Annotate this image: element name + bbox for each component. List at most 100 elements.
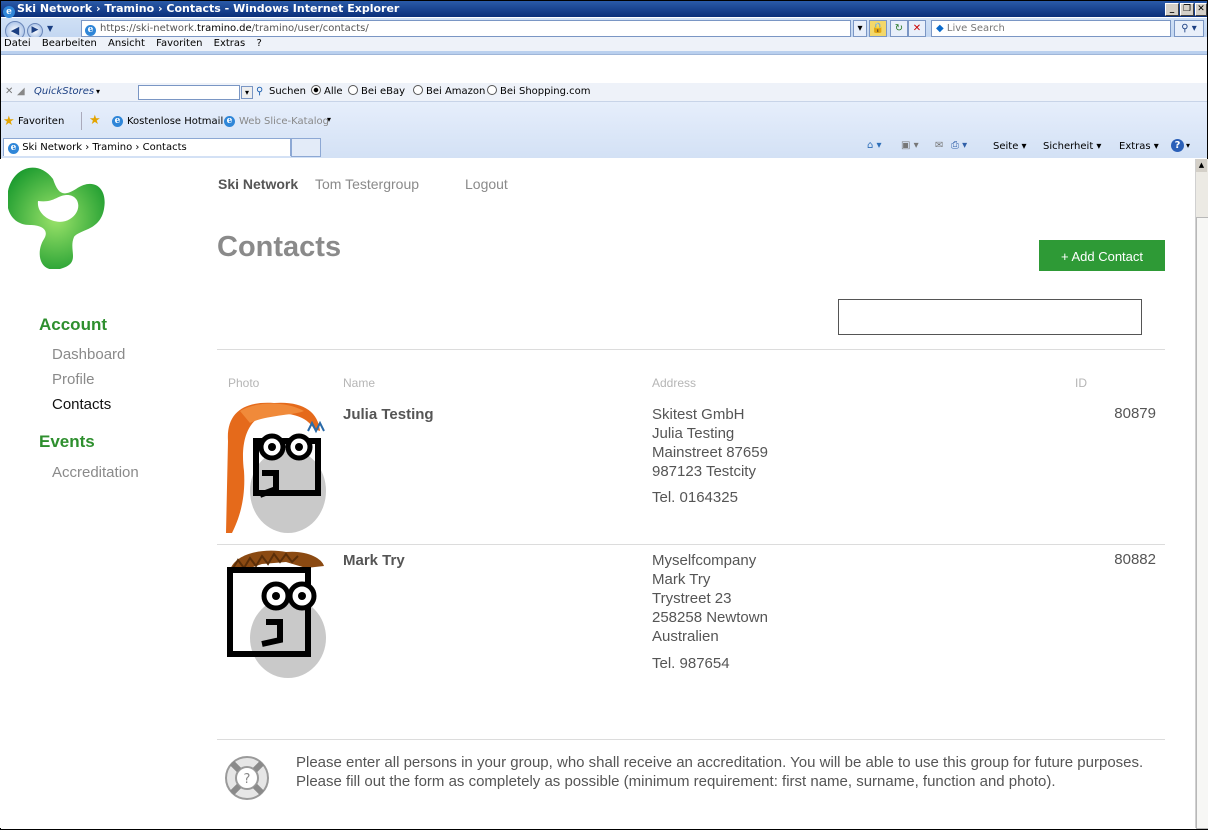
window-title: Ski Network › Tramino › Contacts - Windo… <box>17 2 400 15</box>
contact-tel: Tel. 0164325 <box>652 489 738 506</box>
sidebar-heading-account: Account <box>39 315 107 334</box>
favorites-star-icon: ★ <box>3 114 15 129</box>
sidebar-heading-events: Events <box>39 432 95 451</box>
radio-shopping[interactable]: Bei Shopping.com <box>487 83 590 101</box>
address-dropdown-button[interactable]: ▾ <box>853 20 867 37</box>
web-page: Ski Network Tom Testergroup Logout Accou… <box>0 159 1195 828</box>
quickstores-toolbar: ✕ ◢ QuickStores ▾ ▾ ⚲ Suchen Alle Bei eB… <box>1 83 1207 102</box>
menu-favoriten[interactable]: Favoriten <box>156 38 202 49</box>
print-icon[interactable]: ⎙ ▾ <box>951 140 967 151</box>
contact-name[interactable]: Mark Try <box>343 552 405 569</box>
suchen-button[interactable]: Suchen <box>269 83 306 101</box>
info-text: Please enter all persons in your group, … <box>296 753 1176 791</box>
live-search-input[interactable]: ◆ Live Search <box>931 20 1171 37</box>
sidebar-item-contacts[interactable]: Contacts <box>52 396 111 413</box>
page-title: Contacts <box>217 231 342 263</box>
menu-extras[interactable]: Extras <box>214 38 246 49</box>
tab-contacts[interactable]: e Ski Network › Tramino › Contacts <box>3 138 291 156</box>
url-text: https://ski-network.tramino.de/tramino/u… <box>100 23 369 34</box>
contact-search-input[interactable] <box>838 299 1142 335</box>
close-button[interactable]: ✕ <box>1195 3 1207 16</box>
tab-strip: e Ski Network › Tramino › Contacts ⌂ ▾ ▣… <box>1 138 1207 157</box>
quickstores-input-dropdown[interactable]: ▾ <box>241 86 253 99</box>
contact-photo[interactable] <box>226 548 326 680</box>
seite-menu[interactable]: Seite ▾ <box>993 141 1027 152</box>
column-header-address: Address <box>652 376 697 390</box>
refresh-icon[interactable]: ↻ <box>890 20 908 37</box>
favorite-hotmail[interactable]: Kostenlose Hotmail <box>127 116 223 127</box>
webslice-ie-icon: e <box>224 115 235 127</box>
radio-alle[interactable]: Alle <box>311 83 343 101</box>
stop-icon[interactable]: ✕ <box>908 20 926 37</box>
add-favorite-icon[interactable]: ★ <box>89 113 101 128</box>
vertical-scrollbar[interactable]: ▲ <box>1195 159 1208 829</box>
tab-title: Ski Network › Tramino › Contacts <box>22 142 187 153</box>
column-header-photo: Photo <box>228 376 260 390</box>
contact-id: 80882 <box>1114 551 1156 568</box>
extras-menu[interactable]: Extras ▾ <box>1119 141 1159 152</box>
contact-tel: Tel. 987654 <box>652 655 730 672</box>
favorites-button[interactable]: Favoriten <box>18 116 64 127</box>
menu-bearbeiten[interactable]: Bearbeiten <box>42 38 97 49</box>
contact-address: Myselfcompany Mark Try Trystreet 23 2582… <box>652 552 768 645</box>
contact-name[interactable]: Julia Testing <box>343 406 434 423</box>
favorite-webslice[interactable]: Web Slice-Katalog <box>239 116 329 127</box>
sidebar-item-profile[interactable]: Profile <box>52 371 95 388</box>
quickstores-search-input[interactable] <box>138 85 240 100</box>
menu-datei[interactable]: Datei <box>4 38 31 49</box>
help-lifebuoy-icon: ? <box>225 756 269 800</box>
ie-icon: e <box>3 3 15 19</box>
quickstores-dropdown-icon[interactable]: ▾ <box>96 83 100 101</box>
tab-ie-icon: e <box>8 142 19 154</box>
site-logo[interactable] <box>8 159 108 269</box>
minimize-button[interactable]: _ <box>1165 3 1179 16</box>
close-toolbar-icon[interactable]: ✕ <box>5 83 13 101</box>
divider <box>217 349 1165 350</box>
menu-ansicht[interactable]: Ansicht <box>108 38 145 49</box>
contact-photo[interactable] <box>226 401 326 533</box>
nav-logout[interactable]: Logout <box>465 176 508 192</box>
scroll-up-arrow[interactable]: ▲ <box>1196 159 1207 172</box>
contact-address: Skitest GmbH Julia Testing Mainstreet 87… <box>652 406 768 480</box>
column-header-name: Name <box>343 376 376 390</box>
maximize-button[interactable]: ❐ <box>1180 3 1194 16</box>
radio-amazon[interactable]: Bei Amazon <box>413 83 485 101</box>
row-divider <box>217 544 1165 545</box>
scroll-thumb[interactable] <box>1196 217 1208 829</box>
lock-icon[interactable]: 🔒 <box>869 20 887 37</box>
help-dropdown-icon[interactable]: ▾ <box>1186 141 1190 150</box>
title-bar: e Ski Network › Tramino › Contacts - Win… <box>1 1 1207 19</box>
info-line-2: Please fill out the form as completely a… <box>296 773 1056 790</box>
sidebar-item-dashboard[interactable]: Dashboard <box>52 346 125 363</box>
search-icon[interactable]: ⚲ <box>256 83 263 101</box>
hotmail-ie-icon: e <box>112 115 123 127</box>
history-dropdown-icon[interactable]: ▼ <box>47 24 53 33</box>
sicherheit-menu[interactable]: Sicherheit ▾ <box>1043 141 1101 152</box>
live-search-logo-icon: ◆ <box>936 23 944 34</box>
nav-ski-network[interactable]: Ski Network <box>218 176 298 192</box>
svg-text:?: ? <box>244 772 251 787</box>
sidebar-item-accreditation[interactable]: Accreditation <box>52 464 139 481</box>
quickstores-logo-icon: ◢ <box>17 86 25 97</box>
feeds-icon[interactable]: ▣ ▾ <box>901 140 919 151</box>
mail-icon[interactable]: ✉ <box>935 140 943 151</box>
divider <box>217 739 1165 740</box>
address-field[interactable]: e https://ski-network.tramino.de/tramino… <box>81 20 851 37</box>
column-header-id: ID <box>1075 376 1087 390</box>
menu-help[interactable]: ? <box>256 38 261 49</box>
search-go-icon[interactable]: ⚲ ▾ <box>1174 20 1204 37</box>
info-line-1: Please enter all persons in your group, … <box>296 754 1144 771</box>
help-icon[interactable]: ? <box>1171 139 1184 152</box>
page-icon: e <box>85 22 96 37</box>
radio-ebay[interactable]: Bei eBay <box>348 83 405 101</box>
home-icon[interactable]: ⌂ ▾ <box>867 140 882 151</box>
new-tab-button[interactable] <box>291 138 321 157</box>
add-contact-button[interactable]: + Add Contact <box>1039 240 1165 271</box>
contact-id: 80879 <box>1114 405 1156 422</box>
favorites-bar: ★ Favoriten ★ e Kostenlose Hotmail e Web… <box>1 102 1207 158</box>
menu-bar: Datei Bearbeiten Ansicht Favoriten Extra… <box>1 37 1207 51</box>
webslice-dropdown-icon[interactable]: ▾ <box>327 115 331 124</box>
quickstores-label[interactable]: QuickStores <box>34 83 94 101</box>
nav-user[interactable]: Tom Testergroup <box>315 176 419 192</box>
live-search-placeholder: Live Search <box>946 23 1005 34</box>
